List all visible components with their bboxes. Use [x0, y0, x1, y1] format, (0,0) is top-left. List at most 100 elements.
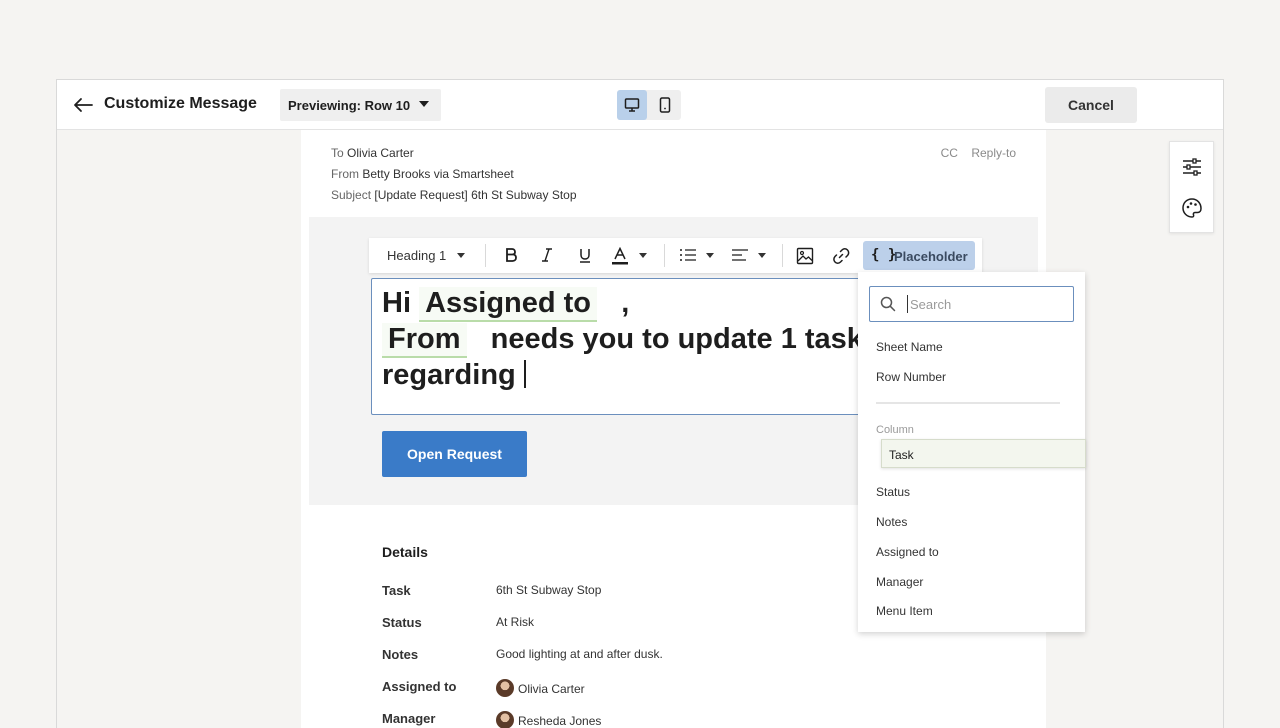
text-color-button[interactable] [607, 238, 651, 273]
message-editor[interactable]: Hi Assigned to , From needs you to updat… [371, 278, 891, 415]
dropdown-item-notes[interactable]: Notes [876, 515, 907, 529]
detail-key: Task [382, 583, 411, 598]
line-2-text: needs you to update 1 task [490, 323, 863, 355]
comma-text: , [621, 287, 630, 319]
dropdown-item-assigned-to[interactable]: Assigned to [876, 545, 939, 559]
dropdown-section-label: Column [876, 424, 914, 436]
to-value: Olivia Carter [347, 146, 414, 160]
cc-links: CC Reply-to [931, 146, 1016, 160]
placeholder-label: Placeholder [894, 249, 968, 264]
arrow-left-icon[interactable] [72, 94, 94, 116]
text-color-icon [612, 247, 628, 265]
search-icon [880, 296, 896, 312]
toolbar-divider [485, 244, 486, 267]
detail-row-notes: Notes Good lighting at and after dusk. [382, 644, 842, 664]
from-key: From [331, 167, 359, 181]
braces-icon: { } [871, 247, 897, 263]
caret-down-icon [457, 253, 465, 258]
open-request-button[interactable]: Open Request [382, 431, 527, 477]
details-title: Details [382, 544, 428, 560]
dropdown-item-sheet-name[interactable]: Sheet Name [876, 340, 943, 354]
detail-row-status: Status At Risk [382, 612, 842, 632]
underline-button[interactable] [571, 238, 599, 273]
dropdown-item-task-hovered[interactable]: Task [881, 439, 1086, 468]
placeholder-chip-assigned[interactable]: Assigned to [419, 287, 598, 322]
image-icon [796, 247, 814, 265]
italic-icon [542, 248, 552, 262]
insert-image-button[interactable] [791, 238, 819, 273]
formatting-toolbar: Heading 1 {} Placeholder [369, 238, 982, 273]
sliders-icon[interactable] [1181, 156, 1203, 178]
placeholder-chip-from[interactable]: From [382, 323, 467, 358]
mobile-view-button[interactable] [650, 90, 680, 120]
detail-key: Manager [382, 711, 436, 726]
detail-key: Notes [382, 647, 419, 662]
editor-line-1: Hi Assigned to , [382, 287, 629, 322]
link-icon [833, 248, 850, 264]
from-row: From Betty Brooks via Smartsheet [331, 167, 577, 188]
placeholder-button[interactable]: { } Placeholder [863, 241, 975, 270]
detail-row-manager: Manager Resheda Jones [382, 708, 842, 728]
detail-row-task: Task 6th St Subway Stop [382, 580, 842, 600]
align-button[interactable] [727, 238, 769, 273]
detail-value: At Risk [496, 615, 535, 629]
detail-key: Assigned to [382, 679, 457, 694]
list-button[interactable] [675, 238, 717, 273]
mobile-icon [659, 97, 671, 113]
search-input[interactable] [907, 295, 1067, 313]
dropdown-item-status[interactable]: Status [876, 485, 910, 499]
heading-label: Heading 1 [387, 248, 447, 263]
cc-link[interactable]: CC [941, 146, 958, 160]
bold-icon [506, 248, 517, 262]
dropdown-item-manager[interactable]: Manager [876, 575, 923, 589]
dropdown-item-row-number[interactable]: Row Number [876, 370, 946, 384]
detail-value: Good lighting at and after dusk. [496, 647, 663, 661]
page-title: Customize Message [104, 95, 257, 112]
caret-down-icon [706, 253, 714, 258]
detail-row-assigned: Assigned to Olivia Carter [382, 676, 842, 697]
editor-line-3: regarding [382, 359, 526, 392]
detail-value-with-avatar: Resheda Jones [496, 711, 601, 728]
palette-icon[interactable] [1181, 197, 1203, 219]
toolbar-divider [782, 244, 783, 267]
avatar [496, 711, 514, 728]
editor-line-2: From needs you to update 1 task [382, 323, 863, 358]
preview-row-label: Previewing: Row 10 [288, 98, 411, 113]
desktop-icon [624, 98, 640, 112]
detail-value: Resheda Jones [518, 714, 602, 728]
detail-value: Olivia Carter [518, 682, 585, 696]
dropdown-item-menu-item[interactable]: Menu Item [876, 604, 933, 618]
top-bar: Customize Message Previewing: Row 10 Can… [57, 80, 1223, 130]
subject-key: Subject [331, 188, 372, 202]
email-headers: To Olivia Carter From Betty Brooks via S… [331, 146, 577, 209]
device-toggle [617, 90, 681, 120]
caret-down-icon [758, 253, 766, 258]
heading-select[interactable]: Heading 1 [369, 238, 479, 273]
text-cursor [523, 360, 526, 388]
preview-row-select[interactable]: Previewing: Row 10 [280, 89, 441, 121]
side-panel [1169, 141, 1214, 233]
from-value: Betty Brooks via Smartsheet [362, 167, 514, 181]
align-left-icon [732, 249, 748, 261]
search-box [869, 286, 1074, 322]
insert-link-button[interactable] [827, 238, 855, 273]
caret-down-icon [419, 101, 429, 107]
cancel-button[interactable]: Cancel [1045, 87, 1137, 123]
subject-row: Subject [Update Request] 6th St Subway S… [331, 188, 577, 209]
greeting-text: Hi [382, 287, 411, 319]
to-row: To Olivia Carter [331, 146, 577, 167]
underline-icon [580, 249, 590, 263]
detail-value: 6th St Subway Stop [496, 583, 602, 597]
detail-value-with-avatar: Olivia Carter [496, 679, 585, 697]
detail-key: Status [382, 615, 422, 630]
line-3-text: regarding [382, 359, 516, 391]
list-icon [680, 249, 696, 261]
reply-to-link[interactable]: Reply-to [971, 146, 1016, 160]
subject-value: [Update Request] 6th St Subway Stop [374, 188, 577, 202]
avatar [496, 679, 514, 697]
desktop-view-button[interactable] [617, 90, 647, 120]
caret-down-icon [639, 253, 647, 258]
toolbar-divider [664, 244, 665, 267]
bold-button[interactable] [497, 238, 525, 273]
italic-button[interactable] [533, 238, 561, 273]
